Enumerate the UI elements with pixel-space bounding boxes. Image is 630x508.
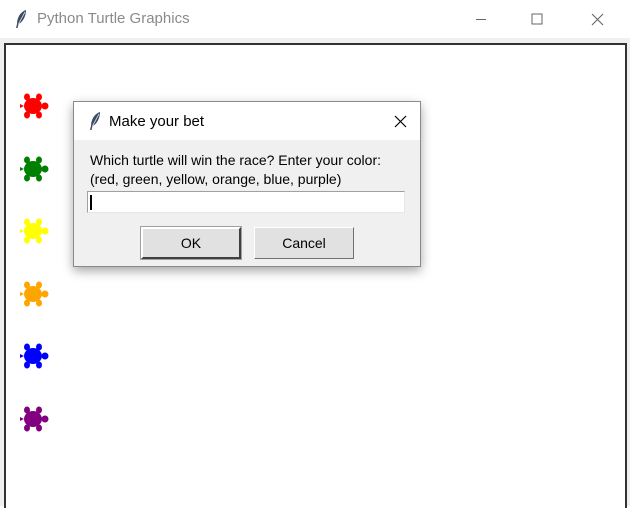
turtle-yellow bbox=[20, 218, 49, 244]
text-caret bbox=[90, 195, 92, 210]
window-title: Python Turtle Graphics bbox=[37, 10, 190, 27]
color-input[interactable] bbox=[87, 191, 405, 213]
turtle-orange bbox=[20, 281, 49, 306]
minimize-icon bbox=[476, 19, 486, 20]
dialog-prompt: Which turtle will win the race? Enter yo… bbox=[90, 152, 381, 187]
turtle-purple bbox=[20, 406, 49, 431]
turtle-red bbox=[20, 93, 49, 119]
close-button[interactable] bbox=[574, 0, 620, 38]
ok-button[interactable]: OK bbox=[141, 227, 241, 259]
close-icon bbox=[394, 115, 406, 127]
maximize-button[interactable] bbox=[514, 0, 560, 38]
turtle-blue bbox=[20, 343, 49, 369]
feather-icon bbox=[16, 10, 26, 28]
close-icon bbox=[591, 13, 603, 25]
dialog-title: Make your bet bbox=[109, 113, 205, 130]
bet-dialog: Make your bet Which turtle will win the … bbox=[73, 101, 421, 267]
turtle-green bbox=[20, 156, 49, 181]
window-titlebar[interactable]: Python Turtle Graphics bbox=[0, 0, 630, 38]
maximize-icon bbox=[531, 13, 543, 25]
feather-icon bbox=[90, 112, 100, 130]
minimize-button[interactable] bbox=[458, 0, 504, 38]
dialog-close-button[interactable] bbox=[380, 102, 420, 140]
turtle-graphics-window: Python Turtle Graphics Make your bet Whi… bbox=[0, 0, 630, 508]
dialog-titlebar[interactable]: Make your bet bbox=[74, 102, 420, 140]
cancel-button[interactable]: Cancel bbox=[254, 227, 354, 259]
